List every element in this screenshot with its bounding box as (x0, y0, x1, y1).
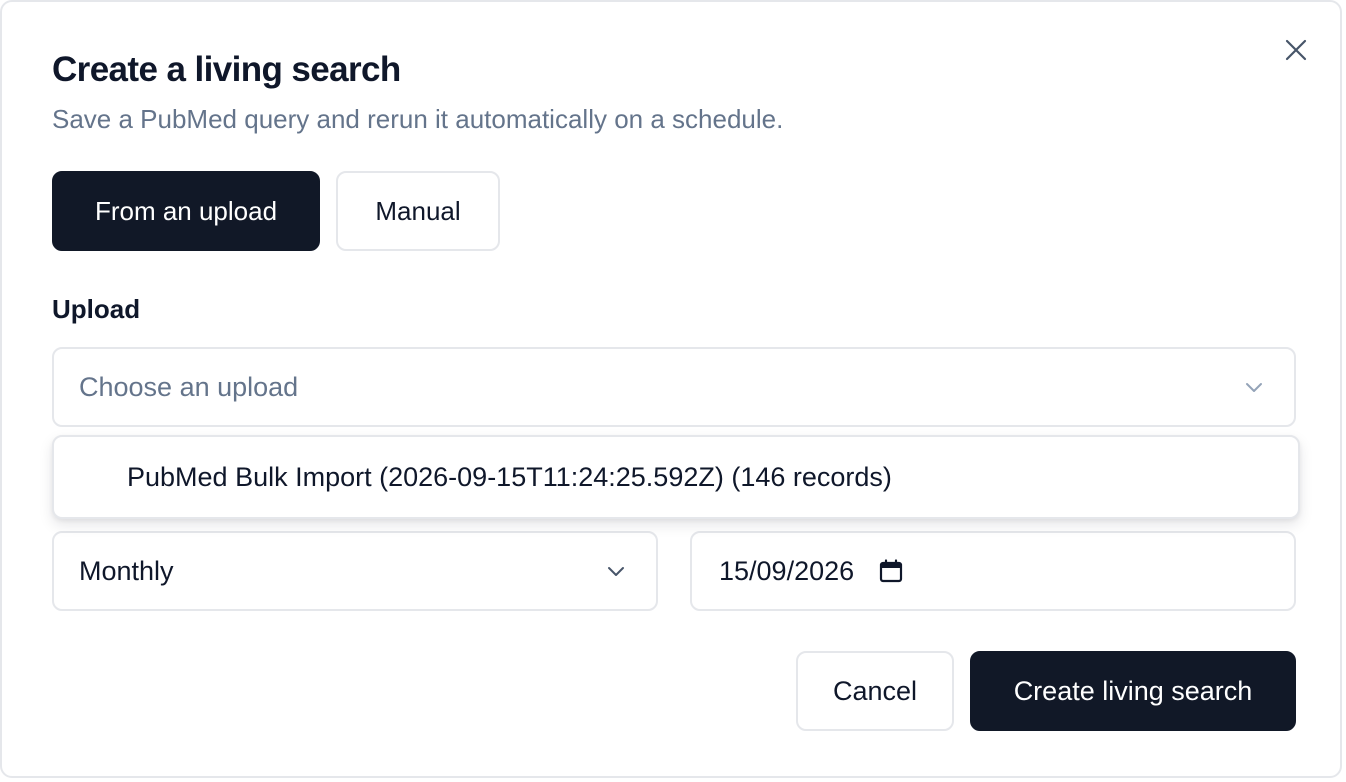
cancel-button[interactable]: Cancel (796, 651, 954, 731)
close-button[interactable] (1282, 36, 1310, 64)
upload-label: Upload (52, 294, 141, 324)
tab-manual[interactable]: Manual (336, 171, 500, 251)
upload-option[interactable]: PubMed Bulk Import (2026-09-15T11:24:25.… (54, 437, 1298, 517)
frequency-value: Monthly (79, 555, 174, 586)
start-date-input[interactable]: 15/09/2026 (690, 531, 1296, 611)
upload-select[interactable]: Choose an upload (52, 347, 1296, 427)
chevron-down-icon (604, 559, 628, 583)
create-living-search-dialog: Create a living search Save a PubMed que… (0, 0, 1342, 778)
close-icon (1285, 39, 1307, 61)
dialog-subtitle: Save a PubMed query and rerun it automat… (52, 104, 784, 134)
upload-dropdown-menu: PubMed Bulk Import (2026-09-15T11:24:25.… (52, 435, 1300, 519)
dialog-title: Create a living search (52, 50, 401, 89)
start-date-value: 15/09/2026 (719, 555, 855, 586)
create-living-search-button[interactable]: Create living search (970, 651, 1296, 731)
upload-select-placeholder: Choose an upload (79, 371, 299, 402)
tab-from-upload[interactable]: From an upload (52, 171, 320, 251)
chevron-down-icon (1242, 375, 1266, 399)
calendar-icon[interactable] (878, 558, 904, 584)
frequency-select[interactable]: Monthly (52, 531, 658, 611)
